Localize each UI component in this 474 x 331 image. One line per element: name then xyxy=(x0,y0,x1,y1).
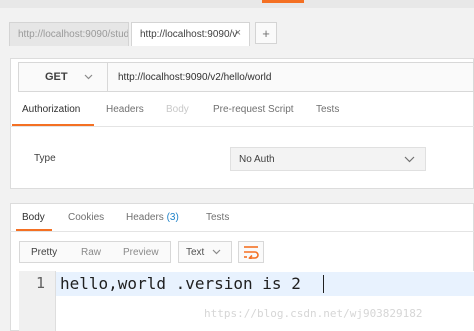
format-select-value: Text xyxy=(186,246,205,258)
response-tab-tests[interactable]: Tests xyxy=(206,212,229,223)
chevron-down-icon xyxy=(84,74,93,80)
method-select[interactable]: GET xyxy=(18,62,108,92)
request-tab-2[interactable]: http://localhost:9090/v × xyxy=(131,22,250,46)
url-text: http://localhost:9090/v2/hello/world xyxy=(118,71,272,83)
tab-headers[interactable]: Headers xyxy=(106,104,144,126)
response-editor[interactable]: 1 hello,world .version is 2 xyxy=(19,271,474,331)
response-tab-body[interactable]: Body xyxy=(22,212,45,223)
chevron-down-icon xyxy=(404,156,415,163)
auth-type-label: Type xyxy=(34,153,56,164)
url-bar: GET http://localhost:9090/v2/hello/world xyxy=(18,62,474,92)
request-tab-2-label: http://localhost:9090/v xyxy=(140,29,238,40)
format-button-group: Pretty Raw Preview xyxy=(19,241,171,263)
top-bar-accent xyxy=(262,0,304,3)
raw-button[interactable]: Raw xyxy=(81,247,101,258)
auth-type-value: No Auth xyxy=(239,153,275,165)
method-label: GET xyxy=(45,71,68,83)
response-tab-headers[interactable]: Headers (3) xyxy=(126,212,179,223)
chevron-down-icon xyxy=(212,249,221,255)
url-input[interactable]: http://localhost:9090/v2/hello/world xyxy=(108,62,474,92)
response-body-text: hello,world .version is 2 xyxy=(60,274,301,293)
divider xyxy=(10,231,474,232)
watermark: https://blog.csdn.net/wj903829182 xyxy=(204,307,423,320)
tab-authorization[interactable]: Authorization xyxy=(22,104,80,126)
auth-type-select[interactable]: No Auth xyxy=(230,147,426,171)
close-tab-icon[interactable]: × xyxy=(235,27,241,39)
line-gutter: 1 xyxy=(19,271,56,331)
response-headers-label: Headers xyxy=(126,212,164,223)
request-tabs: Authorization Headers Body Pre-request S… xyxy=(10,104,474,126)
tab-pre-request-script[interactable]: Pre-request Script xyxy=(213,104,294,126)
response-headers-count: (3) xyxy=(166,212,179,223)
tab-tests[interactable]: Tests xyxy=(316,104,339,126)
top-bar xyxy=(0,0,474,8)
wrap-lines-button[interactable] xyxy=(238,241,264,263)
request-tab-1-label: http://localhost:9090/studer xyxy=(18,29,129,40)
text-cursor xyxy=(323,275,324,293)
preview-button[interactable]: Preview xyxy=(123,247,159,258)
response-tab-cookies[interactable]: Cookies xyxy=(68,212,104,223)
format-select[interactable]: Text xyxy=(178,241,232,263)
wrap-icon xyxy=(244,246,259,259)
divider xyxy=(10,126,474,127)
tab-body[interactable]: Body xyxy=(166,104,189,126)
line-number: 1 xyxy=(35,274,45,292)
request-tab-1[interactable]: http://localhost:9090/studer xyxy=(9,22,129,46)
pretty-button[interactable]: Pretty xyxy=(31,247,57,258)
new-tab-button[interactable]: + xyxy=(255,22,277,44)
